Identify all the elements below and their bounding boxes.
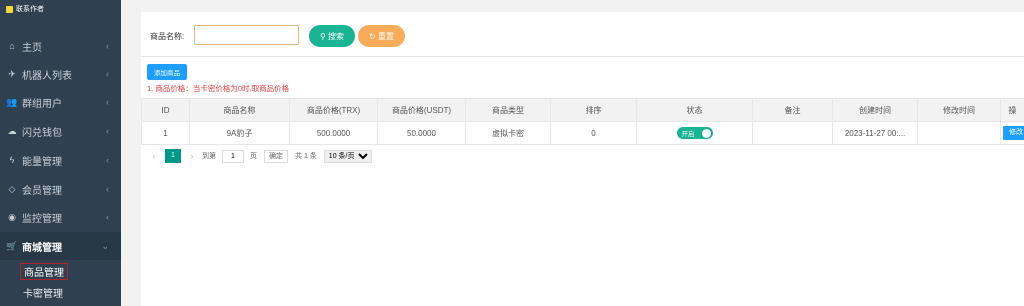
- column-header[interactable]: 修改时间: [917, 98, 1001, 122]
- product-name-input[interactable]: [194, 25, 299, 45]
- chevron-left-icon: ‹: [106, 212, 109, 222]
- cell-status: 开启: [636, 121, 753, 145]
- cell-price-usdt: 50.0000: [377, 121, 466, 145]
- column-header[interactable]: 操: [1000, 98, 1024, 122]
- sidebar-subitem-label: 卡密管理: [23, 288, 63, 300]
- sidebar-item-shop[interactable]: 🛒 商城管理 ⌄: [0, 232, 121, 260]
- cell-action: 修改: [1000, 121, 1024, 145]
- chevron-left-icon: ‹: [106, 155, 109, 165]
- price-note: 1. 商品价格：当卡密价格为0时,取商品价格: [147, 84, 290, 93]
- cell-price-trx: 500.0000: [289, 121, 378, 145]
- total-count: 共 1 条: [295, 153, 317, 160]
- search-icon: ⚲: [319, 31, 326, 41]
- chevron-left-icon: ‹: [106, 126, 109, 136]
- status-toggle-label: 开启: [681, 131, 695, 138]
- sidebar-item-label: 商城管理: [22, 242, 62, 254]
- cell-name: 9A豹子: [189, 121, 290, 145]
- add-product-button[interactable]: 添加商品: [147, 64, 187, 80]
- column-header[interactable]: 商品类型: [465, 98, 551, 122]
- current-page[interactable]: 1: [165, 149, 181, 163]
- home-icon: ⌂: [9, 41, 15, 51]
- sidebar-item-label: 机器人列表: [22, 70, 72, 82]
- page-unit-label: 页: [250, 153, 257, 160]
- sidebar: 联系作者 ⌂ 主页 ‹ ✈ 机器人列表 ‹ 👥 群组用户 ‹ ☁ 闪兑钱包 ‹ …: [0, 0, 121, 306]
- main-panel: 商品名称: ⚲ 搜索 ↻ 重置 添加商品 1. 商品价格：当卡密价格为0时,取商…: [141, 12, 1024, 306]
- cell-id: 1: [141, 121, 190, 145]
- goto-page-input[interactable]: [222, 149, 244, 163]
- diamond-icon: ◇: [8, 183, 16, 194]
- column-header[interactable]: 排序: [550, 98, 637, 122]
- table-row[interactable]: 1 9A豹子 500.0000 50.0000 虚拟卡密 0 开启 2023-1…: [141, 121, 1024, 145]
- sidebar-subitem-label: 商品管理: [20, 262, 68, 280]
- sidebar-item-group-users[interactable]: 👥 群组用户 ‹: [0, 88, 121, 116]
- pagination: ‹ 1 › 到第 页 确定 共 1 条 10 条/页: [147, 148, 372, 164]
- table-header-row: ID 商品名称 商品价格(TRX) 商品价格(USDT) 商品类型 排序 状态 …: [141, 98, 1024, 122]
- status-toggle[interactable]: 开启: [676, 127, 713, 139]
- search-button[interactable]: ⚲ 搜索: [309, 25, 355, 47]
- page-size-select[interactable]: 10 条/页: [323, 149, 372, 163]
- column-header[interactable]: 商品价格(TRX): [289, 98, 378, 122]
- sidebar-item-label: 闪兑钱包: [22, 127, 62, 139]
- cell-modified: [917, 121, 1001, 145]
- product-table: ID 商品名称 商品价格(TRX) 商品价格(USDT) 商品类型 排序 状态 …: [141, 98, 1024, 145]
- goto-label: 到第: [202, 153, 216, 160]
- column-header[interactable]: 状态: [636, 98, 753, 122]
- column-header[interactable]: 商品名称: [189, 98, 290, 122]
- reset-button[interactable]: ↻ 重置: [358, 25, 405, 47]
- eye-icon: ◉: [8, 211, 16, 222]
- column-header[interactable]: 商品价格(USDT): [377, 98, 466, 122]
- sidebar-item-bot-list[interactable]: ✈ 机器人列表 ‹: [0, 60, 121, 88]
- sidebar-item-label: 能量管理: [22, 156, 62, 168]
- cell-sort: 0: [550, 121, 637, 145]
- chevron-left-icon: ‹: [106, 69, 109, 79]
- chevron-left-icon: ‹: [106, 97, 109, 107]
- sidebar-subitem-cards[interactable]: 卡密管理: [0, 282, 121, 302]
- contact-author-label: 联系作者: [16, 6, 44, 13]
- bolt-icon: ϟ: [9, 155, 15, 165]
- cell-remark: [752, 121, 833, 145]
- sidebar-item-monitor[interactable]: ◉ 监控管理 ‹: [0, 203, 121, 231]
- sidebar-subitem-products[interactable]: 商品管理: [0, 261, 121, 281]
- cell-type: 虚拟卡密: [465, 121, 551, 145]
- chevron-down-icon: ⌄: [101, 240, 109, 251]
- sidebar-item-home[interactable]: ⌂ 主页 ‹: [0, 32, 121, 60]
- search-bar: 商品名称: ⚲ 搜索 ↻ 重置: [141, 12, 1024, 57]
- chevron-left-icon: ‹: [106, 184, 109, 194]
- product-name-label: 商品名称:: [150, 32, 185, 41]
- goto-confirm-button[interactable]: 确定: [264, 149, 288, 163]
- column-header[interactable]: ID: [141, 98, 190, 122]
- refresh-icon: ↻: [369, 31, 376, 41]
- column-header[interactable]: 创建时间: [832, 98, 918, 122]
- cart-icon: 🛒: [6, 240, 18, 251]
- sidebar-item-label: 主页: [22, 42, 42, 54]
- sidebar-item-label: 监控管理: [22, 213, 62, 225]
- reset-button-label: 重置: [377, 31, 394, 41]
- sidebar-item-energy[interactable]: ϟ 能量管理 ‹: [0, 146, 121, 174]
- edit-button[interactable]: 修改: [1003, 126, 1024, 140]
- cloud-icon: ☁: [7, 125, 17, 136]
- chevron-left-icon: ‹: [106, 41, 109, 51]
- search-button-label: 搜索: [328, 31, 345, 41]
- next-page-button[interactable]: ›: [185, 151, 199, 161]
- sidebar-item-label: 会员管理: [22, 185, 62, 197]
- toggle-knob: [701, 128, 711, 138]
- contact-author-link[interactable]: 联系作者: [0, 0, 121, 18]
- content-gutter: [121, 0, 141, 306]
- contact-icon: [6, 5, 13, 13]
- sidebar-item-flash-wallet[interactable]: ☁ 闪兑钱包 ‹: [0, 117, 121, 145]
- prev-page-button[interactable]: ‹: [147, 151, 161, 161]
- sidebar-item-members[interactable]: ◇ 会员管理 ‹: [0, 175, 121, 203]
- column-header[interactable]: 备注: [752, 98, 833, 122]
- users-icon: 👥: [6, 96, 18, 107]
- sidebar-item-label: 群组用户: [22, 98, 62, 110]
- paper-plane-icon: ✈: [8, 68, 16, 79]
- cell-created: 2023-11-27 00:...: [832, 121, 918, 145]
